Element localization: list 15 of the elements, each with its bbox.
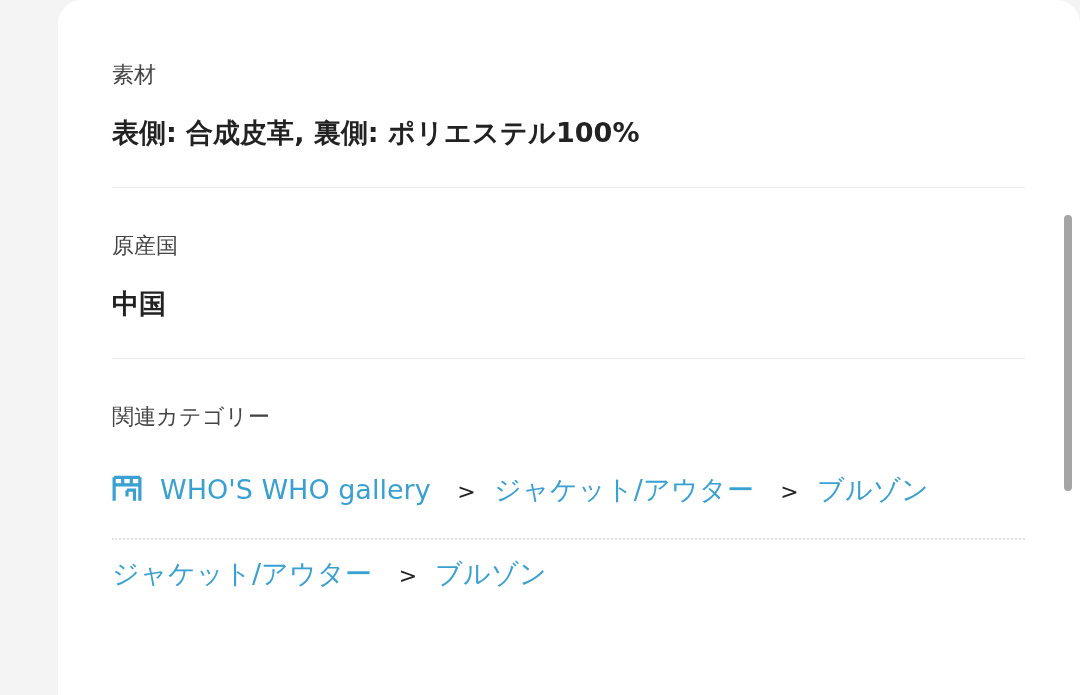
category-link[interactable]: ブルゾン: [435, 558, 548, 589]
breadcrumb-separator: >: [457, 479, 476, 504]
breadcrumb-separator: >: [398, 563, 418, 588]
category-link[interactable]: WHO'S WHO gallery: [160, 474, 431, 505]
breadcrumb-separator: >: [780, 479, 799, 504]
category-link[interactable]: ジャケット/アウター: [112, 558, 373, 589]
field-value: 中国: [112, 287, 167, 321]
field-label: 素材: [112, 61, 157, 89]
scrollbar-thumb[interactable]: [1064, 215, 1072, 491]
field-label: 原産国: [112, 232, 179, 260]
field-value: 表側: 合成皮革, 裏側: ポリエステル100%: [112, 116, 641, 150]
category-link[interactable]: ブルゾン: [816, 474, 929, 505]
category-link[interactable]: ジャケット/アウター: [493, 474, 754, 505]
field-label: 関連カテゴリー: [112, 403, 271, 431]
shop-icon: [112, 474, 142, 502]
